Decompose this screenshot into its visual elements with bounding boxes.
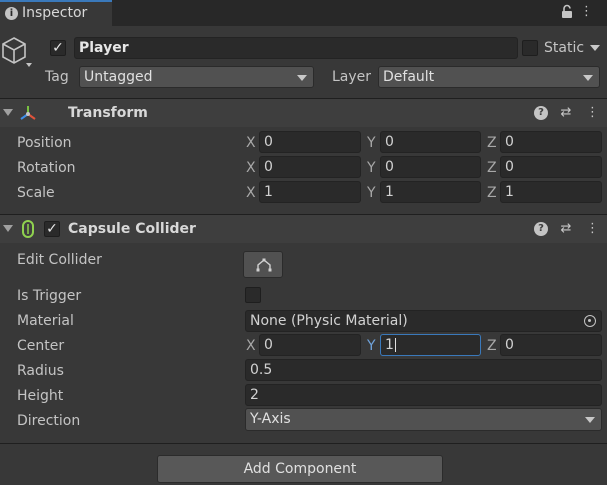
radius-label: Radius bbox=[17, 363, 64, 379]
info-icon: i bbox=[5, 7, 18, 20]
foldout-arrow-icon[interactable] bbox=[3, 225, 13, 232]
presets-icon[interactable]: ⇄ bbox=[558, 221, 574, 237]
rotation-y-field[interactable]: 0 bbox=[380, 156, 481, 178]
height-field[interactable]: 2 bbox=[245, 384, 602, 406]
center-label: Center bbox=[17, 338, 65, 354]
tab-inspector[interactable]: i Inspector bbox=[0, 0, 112, 27]
chevron-down-icon bbox=[297, 75, 307, 81]
axis-x-label[interactable]: X bbox=[246, 158, 256, 178]
name-field[interactable]: Player bbox=[74, 37, 518, 59]
layer-label: Layer bbox=[332, 69, 372, 85]
chevron-down-icon bbox=[585, 417, 595, 423]
rotation-label: Rotation bbox=[17, 160, 76, 176]
position-x-field[interactable]: 0 bbox=[259, 131, 361, 153]
axis-z-label[interactable]: Z bbox=[487, 336, 497, 356]
rotation-z-field[interactable]: 0 bbox=[500, 156, 602, 178]
position-y-field[interactable]: 0 bbox=[380, 131, 481, 153]
layer-dropdown[interactable]: Default bbox=[378, 66, 600, 88]
edit-collider-label: Edit Collider bbox=[17, 252, 102, 268]
edit-collider-button[interactable] bbox=[243, 251, 283, 278]
tag-value: Untagged bbox=[84, 69, 153, 85]
axis-z-label[interactable]: Z bbox=[487, 183, 497, 203]
capsule-collider-icon bbox=[22, 220, 34, 238]
scale-y-field[interactable]: 1 bbox=[380, 181, 481, 203]
material-value: None (Physic Material) bbox=[250, 313, 408, 329]
axis-y-label[interactable]: Y bbox=[367, 183, 376, 203]
presets-icon[interactable]: ⇄ bbox=[558, 105, 574, 121]
tag-label: Tag bbox=[45, 69, 69, 85]
chevron-down-icon bbox=[583, 75, 593, 81]
radius-field[interactable]: 0.5 bbox=[245, 359, 602, 381]
position-label: Position bbox=[17, 135, 72, 151]
axis-x-label[interactable]: X bbox=[246, 183, 256, 203]
scale-x-field[interactable]: 1 bbox=[259, 181, 361, 203]
center-x-field[interactable]: 0 bbox=[259, 334, 361, 356]
direction-dropdown[interactable]: Y-Axis bbox=[245, 408, 602, 431]
divider bbox=[0, 443, 607, 444]
collider-title: Capsule Collider bbox=[68, 221, 196, 237]
capsule-collider-header[interactable]: ✓ Capsule Collider ? ⇄ ⋮ bbox=[0, 215, 607, 243]
axis-x-label[interactable]: X bbox=[246, 336, 256, 356]
tag-dropdown[interactable]: Untagged bbox=[79, 66, 314, 88]
direction-value: Y-Axis bbox=[250, 411, 291, 427]
active-checkbox[interactable]: ✓ bbox=[50, 40, 66, 56]
transform-title: Transform bbox=[68, 105, 148, 121]
lock-icon[interactable] bbox=[560, 4, 574, 20]
center-z-field[interactable]: 0 bbox=[500, 334, 602, 356]
text-cursor bbox=[394, 338, 396, 352]
axis-y-label[interactable]: Y bbox=[367, 133, 376, 153]
transform-icon bbox=[18, 104, 38, 122]
collider-enabled-checkbox[interactable]: ✓ bbox=[44, 221, 60, 237]
static-dropdown-icon[interactable] bbox=[590, 45, 600, 51]
edit-shape-icon bbox=[256, 258, 272, 272]
center-y-field[interactable]: 1 bbox=[380, 334, 481, 356]
gameobject-cube-icon bbox=[2, 36, 32, 68]
rotation-x-field[interactable]: 0 bbox=[259, 156, 361, 178]
static-checkbox[interactable] bbox=[522, 40, 538, 56]
tab-label: Inspector bbox=[22, 5, 88, 21]
height-label: Height bbox=[17, 388, 64, 404]
transform-header[interactable]: Transform ? ⇄ ⋮ bbox=[0, 99, 607, 127]
tab-menu-icon[interactable]: ⋮ bbox=[580, 4, 593, 20]
layer-value: Default bbox=[383, 69, 435, 85]
help-icon[interactable]: ? bbox=[534, 222, 548, 236]
context-menu-icon[interactable]: ⋮ bbox=[586, 221, 599, 237]
scale-z-field[interactable]: 1 bbox=[500, 181, 602, 203]
axis-z-label[interactable]: Z bbox=[487, 133, 497, 153]
center-y-value: 1 bbox=[385, 337, 394, 353]
position-z-field[interactable]: 0 bbox=[500, 131, 602, 153]
is-trigger-label: Is Trigger bbox=[17, 288, 82, 304]
material-label: Material bbox=[17, 313, 74, 329]
axis-x-label[interactable]: X bbox=[246, 133, 256, 153]
material-field[interactable]: None (Physic Material) bbox=[245, 310, 602, 332]
axis-y-label[interactable]: Y bbox=[367, 336, 376, 356]
direction-label: Direction bbox=[17, 413, 81, 429]
help-icon[interactable]: ? bbox=[534, 106, 548, 120]
axis-y-label[interactable]: Y bbox=[367, 158, 376, 178]
axis-z-label[interactable]: Z bbox=[487, 158, 497, 178]
add-component-button[interactable]: Add Component bbox=[157, 455, 443, 483]
is-trigger-checkbox[interactable] bbox=[245, 287, 261, 303]
scale-label: Scale bbox=[17, 185, 55, 201]
foldout-arrow-icon[interactable] bbox=[3, 109, 13, 116]
context-menu-icon[interactable]: ⋮ bbox=[586, 105, 599, 121]
object-picker-icon[interactable] bbox=[584, 315, 596, 327]
static-label[interactable]: Static bbox=[544, 38, 584, 58]
